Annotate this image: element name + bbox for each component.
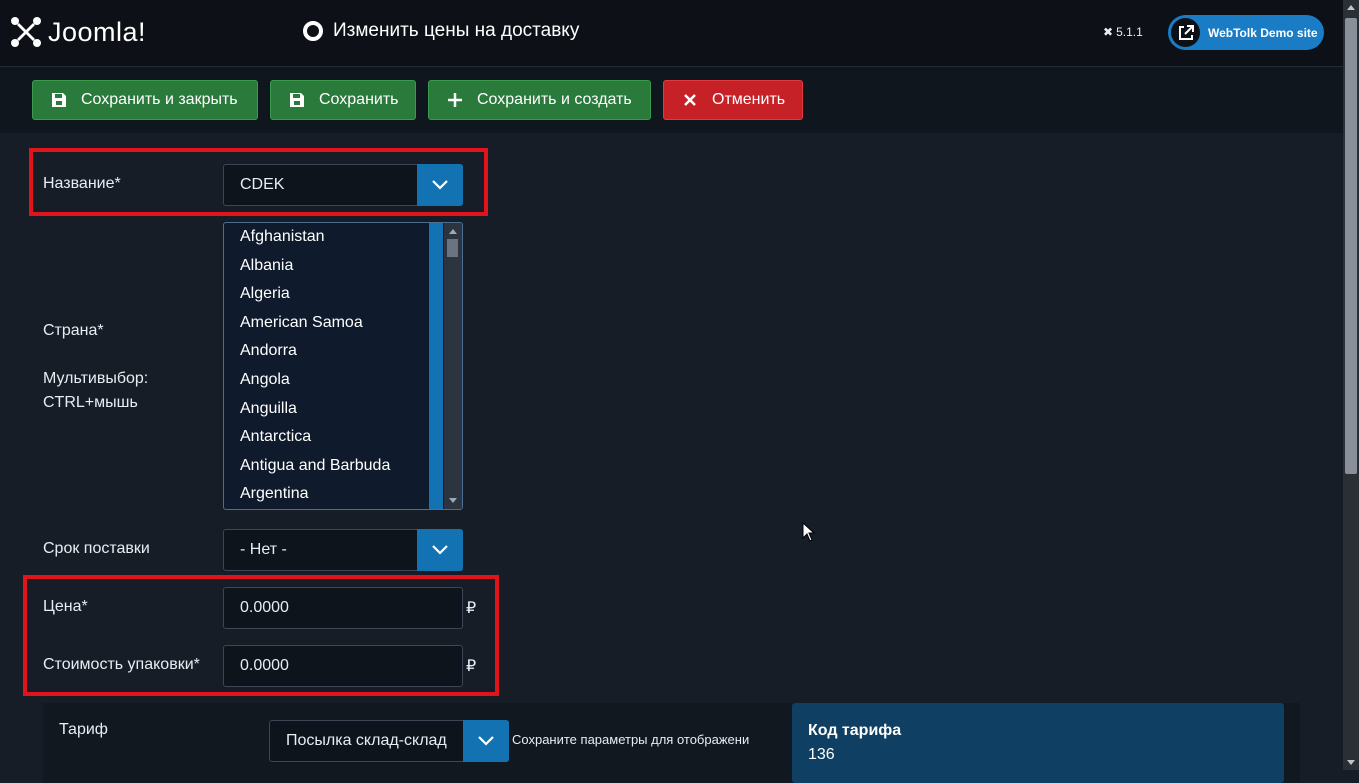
cancel-button[interactable]: Отменить xyxy=(663,80,803,120)
country-option[interactable]: Antarctica xyxy=(224,423,462,452)
highlight-name xyxy=(29,148,488,216)
tariff-hint: Сохраните параметры для отображени xyxy=(512,732,750,747)
tariff-value: Посылка склад-склад xyxy=(286,732,447,749)
country-label: Страна* xyxy=(43,322,104,339)
save-button[interactable]: Сохранить xyxy=(270,80,416,120)
title-circle-icon xyxy=(303,21,323,41)
tariff-select[interactable]: Посылка склад-склад xyxy=(269,720,509,762)
form-content: Название* CDEK Страна* Мультивыбор: CTRL… xyxy=(0,134,1343,783)
logo-text: Joomla! xyxy=(48,16,147,47)
tariff-code-card: Код тарифа 136 xyxy=(792,703,1284,783)
tariff-panel: Тариф Посылка склад-склад Сохраните пара… xyxy=(43,703,1300,783)
delivery-time-select[interactable]: - Нет - xyxy=(223,529,463,571)
save-new-button[interactable]: Сохранить и создать xyxy=(428,80,651,120)
mouse-cursor-icon xyxy=(802,522,816,542)
toolbar: Сохранить и закрыть Сохранить Сохранить … xyxy=(0,67,1343,133)
country-option[interactable]: Angola xyxy=(224,366,462,395)
tariff-label: Тариф xyxy=(59,721,108,738)
save-close-label: Сохранить и закрыть xyxy=(81,91,238,108)
page-title: Изменить цены на доставку xyxy=(333,20,580,41)
tariff-code-value: 136 xyxy=(808,746,835,763)
page-scrollbar-thumb[interactable] xyxy=(1345,18,1357,474)
cancel-label: Отменить xyxy=(712,91,786,108)
version-text: 5.1.1 xyxy=(1116,25,1143,39)
save-close-button[interactable]: Сохранить и закрыть xyxy=(32,80,258,120)
scrollbar-thumb[interactable] xyxy=(447,239,458,257)
delivery-time-value: - Нет - xyxy=(240,541,287,558)
country-option[interactable]: Albania xyxy=(224,252,462,281)
save-label: Сохранить xyxy=(319,91,399,108)
chevron-down-icon xyxy=(417,529,463,571)
country-options: Afghanistan Albania Algeria American Sam… xyxy=(224,223,462,509)
country-multiselect[interactable]: Afghanistan Albania Algeria American Sam… xyxy=(223,222,463,510)
country-option[interactable]: Andorra xyxy=(224,337,462,366)
country-option[interactable]: American Samoa xyxy=(224,309,462,338)
scroll-up-icon[interactable] xyxy=(1347,5,1355,10)
save-new-label: Сохранить и создать xyxy=(477,91,632,108)
multiselect-hint-line1: Мультивыбор: xyxy=(43,370,149,387)
close-icon xyxy=(682,94,698,106)
joomla-logo-icon xyxy=(11,17,41,47)
country-option[interactable]: Anguilla xyxy=(224,395,462,424)
save-icon xyxy=(289,93,305,107)
joomla-logo[interactable]: Joomla! xyxy=(10,16,146,48)
listbox-accent-bar xyxy=(429,223,443,509)
chevron-down-icon xyxy=(463,720,509,762)
scroll-up-icon[interactable] xyxy=(449,229,457,234)
view-site-label: WebTolk Demo site xyxy=(1208,25,1318,40)
scroll-down-icon[interactable] xyxy=(449,498,457,503)
delivery-time-label: Срок поставки xyxy=(43,540,150,557)
page-scrollbar[interactable] xyxy=(1343,0,1359,770)
country-option[interactable]: Algeria xyxy=(224,280,462,309)
version-badge: ✖ 5.1.1 xyxy=(1103,25,1143,39)
listbox-scrollbar[interactable] xyxy=(444,223,462,509)
highlight-price xyxy=(23,575,499,696)
multiselect-hint-line2: CTRL+мышь xyxy=(43,394,138,411)
country-option[interactable]: Argentina xyxy=(224,480,462,509)
country-option[interactable]: Afghanistan xyxy=(224,223,462,252)
external-link-icon xyxy=(1171,18,1200,47)
scroll-down-icon[interactable] xyxy=(1347,760,1355,765)
joomla-small-icon: ✖ xyxy=(1103,25,1114,39)
top-header: Joomla! Изменить цены на доставку ✖ 5.1.… xyxy=(0,0,1343,67)
plus-icon xyxy=(447,93,463,107)
tariff-code-title: Код тарифа xyxy=(808,722,902,739)
view-site-button[interactable]: WebTolk Demo site xyxy=(1168,15,1324,50)
page-title-area: Изменить цены на доставку xyxy=(303,20,579,42)
country-option[interactable]: Antigua and Barbuda xyxy=(224,452,462,481)
save-icon xyxy=(51,93,67,107)
